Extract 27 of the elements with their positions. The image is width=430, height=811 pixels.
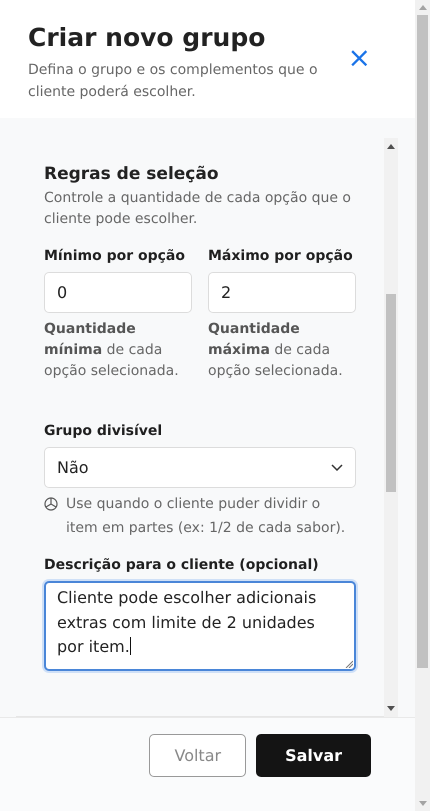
field-hint: Use quando o cliente puder dividir o item em partes (ex: 1/2 de cada sabor). [66,495,346,538]
save-button[interactable]: Salvar [256,734,371,777]
select-field[interactable]: Não [44,447,356,488]
chevron-down-icon [331,464,343,471]
number-field[interactable]: 0 [44,272,192,313]
field-label: Descrição para o cliente (opcional) [44,556,320,574]
scrollbar-thumb[interactable] [417,15,428,668]
scroll-up-icon[interactable] [387,144,395,149]
section-title: Regras de seleção [44,163,220,185]
scrollbar[interactable] [384,138,398,717]
close-button[interactable]: × [348,44,371,72]
field-label: Mínimo por opção [44,247,186,265]
back-button[interactable]: Voltar [149,734,246,777]
number-field[interactable]: 2 [208,272,356,313]
section-description: Controle a quantidade de cada opção que o cliente pode escolher. [44,189,352,229]
modal-title: Criar novo grupo [28,22,266,54]
description-field[interactable]: Cliente pode escolher adicionais extras com limite de 2 unidades por item. [44,581,356,671]
scrollbar-thumb[interactable] [386,294,396,492]
scrollbar[interactable] [415,0,430,811]
field-label: Grupo divisível [44,422,164,440]
scroll-down-icon[interactable] [387,706,395,711]
field-hint: Quantidade mínima de cada opção selecionada. [44,320,180,381]
field-hint: Quantidade máxima de cada opção selecionada. [208,320,344,381]
resize-handle-icon[interactable] [345,660,353,668]
pie-chart-icon [44,497,58,511]
field-label: Máximo por opção [208,247,354,265]
modal-subtitle: Defina o grupo e os complementos que o cliente poderá escolher. [28,61,319,102]
